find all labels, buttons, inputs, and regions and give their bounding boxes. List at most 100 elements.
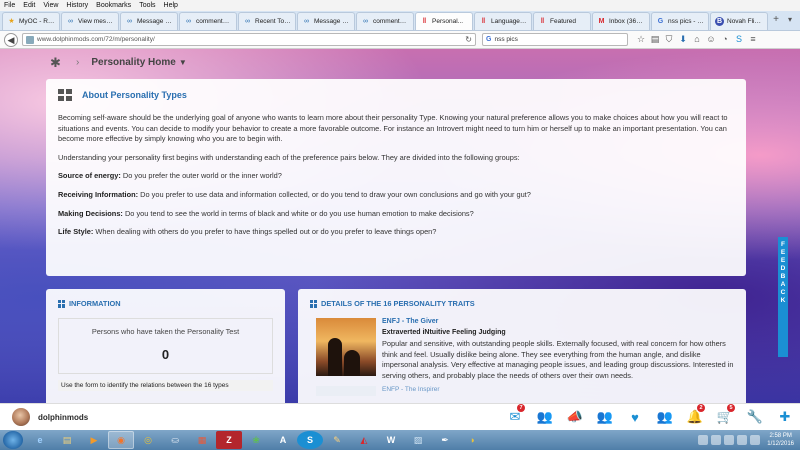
trait-photo[interactable] [316,386,376,396]
back-button[interactable]: ◀ [4,32,18,47]
download-icon[interactable]: ⬇ [676,34,690,45]
grid-icon [310,299,318,308]
avatar[interactable] [12,408,30,426]
pocket-icon[interactable]: ⛉ [662,34,676,45]
home-icon[interactable]: ⌂ [690,34,704,45]
feedback-tab[interactable]: FEEDBACK [778,237,788,357]
translate-icon[interactable]: A [270,431,296,449]
site-toolbar-icons: ✉ 7 👥 📣 👥 ♥ 👥 🔔 2 🛒 5 🔧 ✚ [500,404,800,425]
site-identity-icon[interactable] [26,35,34,44]
friends-icon[interactable]: 👥 [530,409,560,425]
firefox-icon[interactable]: ◉ [108,431,134,449]
trait-name-link[interactable]: ENFJ - The Giver [382,318,734,325]
acrobat-icon[interactable]: ◭ [351,431,377,449]
traits-heading: DETAILS OF THE 16 PERSONALITY TRAITS [321,299,475,308]
paint-icon[interactable]: ✎ [324,431,350,449]
tab-inbox[interactable]: MInbox (369) ... [592,12,650,30]
trait-photo[interactable] [316,318,376,376]
tab-personality[interactable]: ‖ Personal... [415,12,473,30]
menu-history[interactable]: History [66,2,88,9]
trait-name-link[interactable]: ENFP - The Inspirer [382,386,440,396]
tray-icon[interactable] [737,435,748,445]
pause-icon: ‖ [422,18,427,25]
pen-icon[interactable]: ✒ [432,431,458,449]
tab-featured[interactable]: ‖ Featured [533,12,591,30]
chevron-down-icon[interactable]: ▼ [179,58,187,67]
frog-icon[interactable]: ❀ [243,431,269,449]
page-title[interactable]: Personality Home [91,57,175,68]
megaphone-icon[interactable]: 📣 [560,409,590,425]
information-card: INFORMATION Persons who have taken the P… [46,289,285,403]
search-input[interactable]: nss pics [494,36,517,43]
media-player-icon[interactable]: ▶ [81,431,107,449]
tab-message-1[interactable]: ∞Message to ... [120,12,178,30]
tab-myoc[interactable]: ★MyOC - Reg... [2,12,60,30]
wrench-icon[interactable]: 🔧 [740,409,770,425]
toolbar-icons: ☆ ▤ ⛉ ⬇ ⌂ ☺ ◔ S ≡ [634,34,760,45]
clock-time: 2:58 PM [769,433,792,439]
tray-icon[interactable] [724,435,735,445]
groups-icon[interactable]: 👥 [590,409,620,425]
username[interactable]: dolphinmods [38,413,88,422]
skype-taskbar-icon[interactable]: S [297,431,323,449]
tab-language[interactable]: ‖Language S... [474,12,532,30]
cart-icon[interactable]: 🛒 5 [710,404,740,425]
menu-edit[interactable]: Edit [23,2,35,9]
app-icon[interactable]: ◑ [459,431,485,449]
volume-icon[interactable] [750,435,761,445]
tab-view-messages[interactable]: ∞View messa... [61,12,119,30]
menu-help[interactable]: Help [164,2,178,9]
word-icon[interactable]: W [378,431,404,449]
asterisk-logo-icon[interactable]: ✱ [50,55,64,71]
tray-icon[interactable] [698,435,709,445]
search-engine-icon[interactable]: G [486,36,491,43]
menu-bookmarks[interactable]: Bookmarks [96,2,131,9]
url-bar[interactable]: www.dolphinmods.com/72/m/personality/ ↻ [22,33,476,46]
bookmark-star-icon[interactable]: ☆ [634,34,648,45]
mail-icon[interactable]: ✉ 7 [500,404,530,425]
image-viewer-icon[interactable]: ▨ [405,431,431,449]
system-tray: 2:58 PM 1/12/2016 [698,432,800,448]
tab-comments-2[interactable]: ∞ comments :... [356,12,414,30]
test-count-label: Persons who have taken the Personality T… [91,327,240,336]
about-personality-card: About Personality Types Becoming self-aw… [46,79,746,276]
tab-google-search[interactable]: Gnss pics - Go... [651,12,709,30]
bell-icon[interactable]: 🔔 2 [680,404,710,425]
about-item-making-decisions: Making Decisions: Do you tend to see the… [58,208,474,218]
tab-comments-1[interactable]: ∞ comments :... [179,12,237,30]
chrome-icon[interactable]: ◎ [135,431,161,449]
menu-file[interactable]: File [4,2,15,9]
menu-tools[interactable]: Tools [139,2,155,9]
explorer-icon[interactable]: ▤ [54,431,80,449]
plus-icon[interactable]: ✚ [770,409,800,425]
network-icon[interactable]: ⛀ [162,431,188,449]
menu-view[interactable]: View [43,2,58,9]
reload-icon[interactable]: ↻ [465,35,472,44]
community-icon[interactable]: 👥 [650,409,680,425]
list-all-tabs-icon[interactable]: ▾ [783,12,797,30]
search-bar[interactable]: G nss pics [482,33,628,46]
tray-icon[interactable] [711,435,722,445]
heart-icon[interactable]: ♥ [620,410,650,425]
tab-recent-topics[interactable]: ∞ Recent Topi... [238,12,296,30]
tab-message-2[interactable]: ∞Message to ... [297,12,355,30]
reading-list-icon[interactable]: ▤ [648,34,662,45]
filezilla-icon[interactable]: Z [216,431,242,449]
chevron-right-icon: › [76,57,80,68]
menu-bar: File Edit View History Bookmarks Tools H… [0,0,800,11]
calendar-icon[interactable]: ▦ [189,431,215,449]
sync-icon[interactable]: ◔ [718,34,732,45]
clock[interactable]: 2:58 PM 1/12/2016 [767,432,794,448]
mail-badge: 7 [517,404,525,412]
gmail-icon: M [598,18,605,25]
about-item-source-energy: Source of energy: Do you prefer the oute… [58,171,282,181]
url-text[interactable]: www.dolphinmods.com/72/m/personality/ [37,36,465,43]
ie-icon[interactable]: e [27,431,53,449]
chat-icon[interactable]: ☺ [704,34,718,45]
tab-novah[interactable]: BNovah Fligh... [710,12,768,30]
skype-icon[interactable]: S [732,34,746,45]
hamburger-menu-icon[interactable]: ≡ [746,34,760,45]
new-tab-button[interactable]: + [769,12,783,30]
about-heading: About Personality Types [82,90,187,100]
start-button[interactable] [3,431,23,449]
